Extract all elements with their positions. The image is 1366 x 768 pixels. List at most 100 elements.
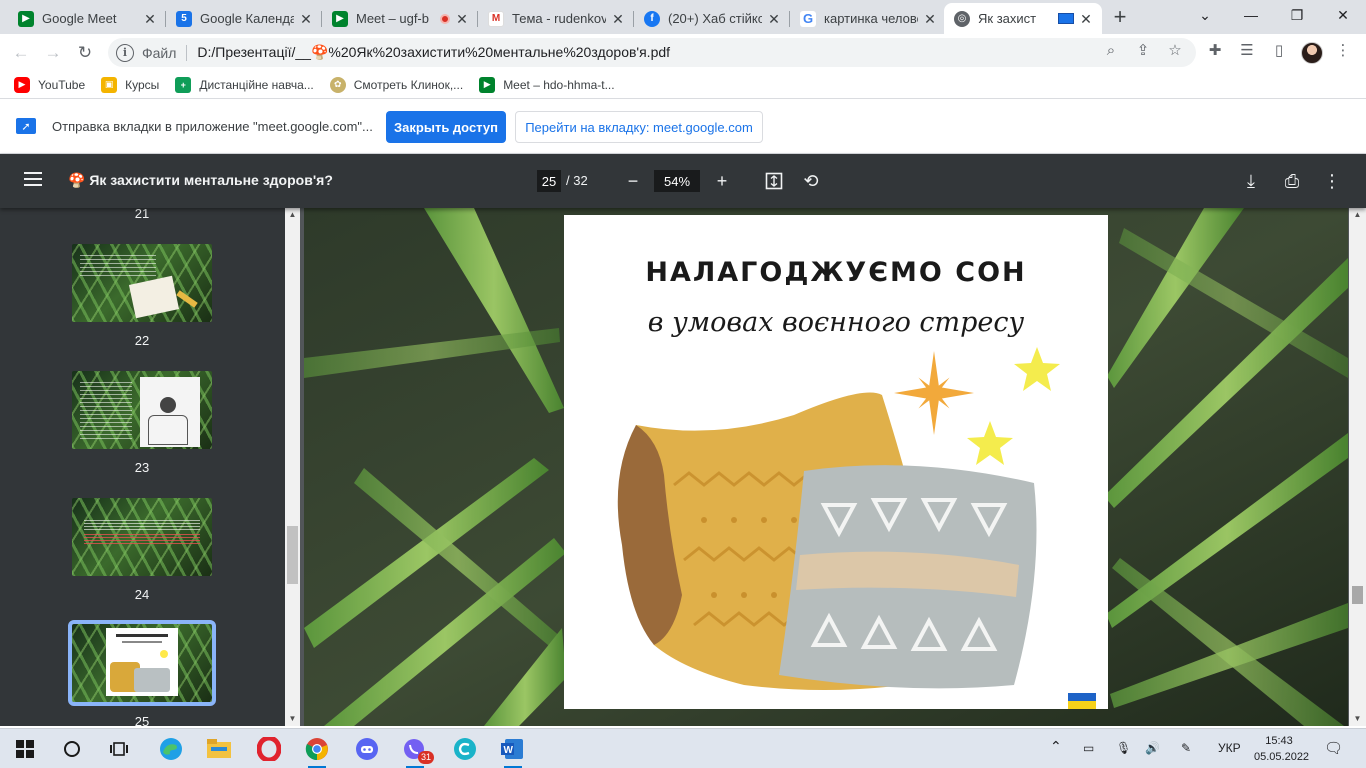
zoom-icon[interactable]: ⌕ bbox=[1101, 40, 1121, 60]
sidebar-scroll-thumb[interactable] bbox=[287, 526, 298, 584]
pdf-toolbar: 🍄 Як захистити ментальне здоров'я? 25 / … bbox=[0, 154, 1366, 208]
media-control-icon[interactable]: ☰ bbox=[1237, 40, 1257, 60]
meet-icon: ▶ bbox=[332, 10, 348, 27]
gmail-icon: M bbox=[488, 10, 504, 27]
tray-chevron-up-icon[interactable]: ⌃ bbox=[1050, 738, 1062, 755]
bookmark-anime[interactable]: ✿ Смотреть Клинок,... bbox=[329, 76, 463, 93]
menu-kebab-icon[interactable]: ⋮ bbox=[1333, 40, 1353, 60]
thumbnail-page-25[interactable] bbox=[68, 620, 216, 706]
close-icon[interactable]: ✕ bbox=[1078, 11, 1094, 27]
pillows-illustration bbox=[617, 347, 1096, 709]
microphone-icon[interactable]: 🎙 bbox=[1116, 741, 1131, 755]
viber-icon[interactable]: 31 bbox=[400, 734, 434, 768]
chrome-icon[interactable] bbox=[302, 734, 332, 768]
close-window-button[interactable]: ✕ bbox=[1320, 0, 1366, 30]
tab-pdf-active[interactable]: ◎ Як захист ✕ bbox=[944, 3, 1102, 34]
volume-icon[interactable]: 🔊 bbox=[1145, 741, 1160, 755]
battery-icon[interactable]: ▭ bbox=[1083, 741, 1094, 755]
edge-icon[interactable] bbox=[156, 734, 186, 764]
close-icon[interactable]: ✕ bbox=[142, 11, 158, 27]
address-bar[interactable]: i Файл D:/Презентації/__🍄%20Як%20захисти… bbox=[108, 38, 1196, 67]
system-clock[interactable]: 15:43 05.05.2022 bbox=[1254, 733, 1310, 765]
side-panel-icon[interactable]: ▯ bbox=[1269, 40, 1289, 60]
zoom-in-icon[interactable]: + bbox=[709, 168, 735, 194]
extensions-icon[interactable]: ✚ bbox=[1205, 40, 1225, 60]
thumbnail-page-23[interactable] bbox=[72, 371, 212, 449]
tab-strip: ▶ Google Meet ✕ 5 Google Календар ✕ ▶ Me… bbox=[0, 0, 1366, 34]
share-screen-icon: ➚ bbox=[16, 118, 36, 134]
start-button[interactable] bbox=[10, 734, 40, 764]
tab-google-search[interactable]: G картинка челове ✕ bbox=[790, 3, 946, 34]
tab-gmail[interactable]: M Тема - rudenkova ✕ bbox=[478, 3, 634, 34]
search-icon[interactable] bbox=[57, 734, 87, 764]
canva-icon[interactable] bbox=[450, 734, 480, 764]
bookmark-label: YouTube bbox=[38, 77, 86, 92]
switch-to-tab-button[interactable]: Перейти на вкладку: meet.google.com bbox=[515, 111, 763, 143]
bookmark-youtube[interactable]: ▶ YouTube bbox=[14, 76, 86, 93]
share-icon[interactable]: ⇪ bbox=[1133, 40, 1153, 60]
thumbnail-page-24[interactable] bbox=[72, 498, 212, 576]
print-icon[interactable]: ⎙ bbox=[1279, 168, 1305, 194]
clock-time: 15:43 bbox=[1265, 735, 1293, 747]
tab-google-calendar[interactable]: 5 Google Календар ✕ bbox=[166, 3, 322, 34]
bookmark-distance-learning[interactable]: + Дистанційне навча... bbox=[175, 76, 314, 93]
svg-text:W: W bbox=[504, 745, 514, 756]
word-icon[interactable]: W bbox=[498, 734, 528, 768]
discord-icon[interactable] bbox=[352, 734, 382, 764]
thumbnail-sidebar: 21 22 23 24 25 ▲ ▼ bbox=[0, 208, 300, 726]
bookmark-meet[interactable]: ▶ Meet – hdo-hhma-t... bbox=[479, 76, 615, 93]
thumbnail-page-22[interactable] bbox=[72, 244, 212, 322]
tab-meet-ugf[interactable]: ▶ Meet – ugf-b ✕ bbox=[322, 3, 478, 34]
clock-date: 05.05.2022 bbox=[1254, 751, 1310, 763]
tab-title: Google Календар bbox=[200, 11, 294, 26]
back-button[interactable]: ← bbox=[8, 40, 34, 66]
download-icon[interactable]: ⤓ bbox=[1238, 168, 1264, 194]
notifications-icon[interactable]: 🗨 bbox=[1324, 739, 1343, 757]
forward-button[interactable]: → bbox=[40, 40, 66, 66]
bookmark-star-icon[interactable]: ☆ bbox=[1165, 40, 1185, 60]
google-icon: G bbox=[800, 10, 816, 27]
tab-search-chevron-icon[interactable]: ⌄ bbox=[1182, 0, 1228, 30]
close-icon[interactable]: ✕ bbox=[922, 11, 938, 27]
tab-google-meet[interactable]: ▶ Google Meet ✕ bbox=[8, 3, 166, 34]
people-image bbox=[140, 377, 200, 447]
reload-button[interactable]: ↻ bbox=[72, 40, 98, 66]
scroll-up-icon[interactable]: ▲ bbox=[285, 208, 300, 222]
zoom-input[interactable]: 54% bbox=[654, 170, 700, 192]
zoom-out-icon[interactable]: − bbox=[620, 168, 646, 194]
menu-icon[interactable] bbox=[24, 172, 42, 186]
minimize-button[interactable]: — bbox=[1228, 0, 1274, 30]
stop-sharing-button[interactable]: Закрыть доступ bbox=[386, 111, 506, 143]
scroll-down-icon[interactable]: ▼ bbox=[285, 712, 300, 726]
new-tab-button[interactable]: + bbox=[1108, 6, 1132, 30]
scroll-down-icon[interactable]: ▼ bbox=[1349, 712, 1366, 726]
info-icon[interactable]: i bbox=[116, 43, 134, 62]
page-number-input[interactable]: 25 bbox=[537, 170, 561, 192]
rotate-icon[interactable]: ⟲ bbox=[798, 168, 824, 194]
thumbnail-page-number: 24 bbox=[134, 587, 150, 602]
restore-button[interactable]: ❐ bbox=[1274, 0, 1320, 30]
url-text[interactable]: D:/Презентації/__🍄%20Як%20захистити%20ме… bbox=[197, 44, 670, 61]
opera-icon[interactable] bbox=[254, 734, 284, 764]
scroll-up-icon[interactable]: ▲ bbox=[1349, 208, 1366, 222]
sidebar-scrollbar[interactable]: ▲ ▼ bbox=[285, 208, 300, 726]
pen-icon[interactable]: ✎ bbox=[1181, 741, 1191, 755]
calendar-icon: 5 bbox=[176, 10, 192, 27]
language-indicator[interactable]: УКР bbox=[1218, 741, 1241, 755]
task-view-icon[interactable] bbox=[104, 734, 134, 764]
close-icon[interactable]: ✕ bbox=[298, 11, 314, 27]
bookmark-courses[interactable]: ▣ Курсы bbox=[101, 76, 159, 93]
main-scrollbar[interactable]: ▲ ▼ bbox=[1349, 208, 1366, 726]
avatar[interactable] bbox=[1301, 42, 1323, 64]
tab-facebook[interactable]: f (20+) Хаб стійкос ✕ bbox=[634, 3, 790, 34]
thumbnail-page-number: 25 bbox=[134, 714, 150, 726]
close-icon[interactable]: ✕ bbox=[766, 11, 782, 27]
main-scroll-thumb[interactable] bbox=[1352, 586, 1363, 604]
close-icon[interactable]: ✕ bbox=[610, 11, 626, 27]
more-options-icon[interactable]: ⋮ bbox=[1319, 168, 1345, 194]
close-icon[interactable]: ✕ bbox=[454, 11, 470, 27]
meet-icon: ▶ bbox=[18, 10, 34, 27]
file-explorer-icon[interactable] bbox=[204, 734, 234, 764]
windows-taskbar: 31 W ⌃ ▭ 🎙 🔊 ✎ УКР 15:43 05.05.2022 🗨 bbox=[0, 728, 1366, 768]
fit-page-icon[interactable] bbox=[761, 168, 787, 194]
